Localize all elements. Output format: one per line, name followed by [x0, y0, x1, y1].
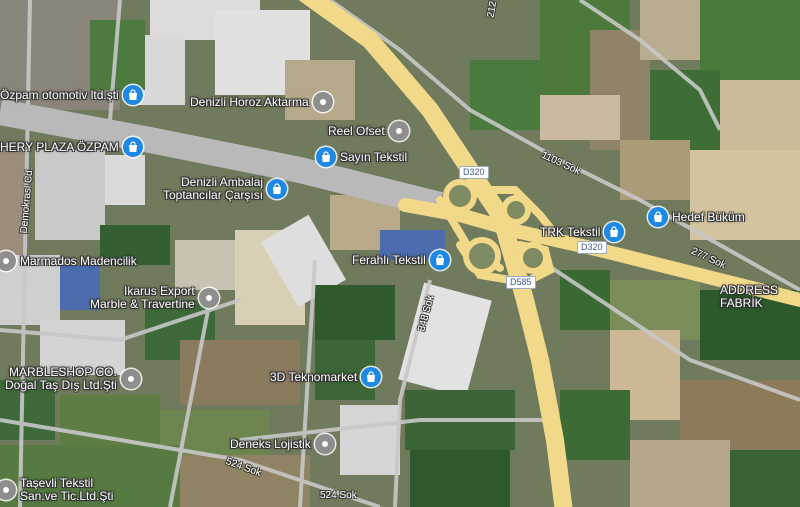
place-pin-address-fabrik[interactable]: ADDRESS FABRİK	[720, 284, 778, 310]
place-label: Sayın Tekstil	[340, 149, 408, 164]
place-pin-tasevli[interactable]: Taşevli Tekstil San.ve Tic.Ltd.Şti	[0, 477, 113, 503]
place-pin-horoz[interactable]: Denizli Horoz Aktarma	[190, 92, 333, 112]
location-pin-icon	[312, 92, 333, 112]
shopping-bag-icon	[316, 147, 336, 167]
place-label: Özpam otomotiv ltd.şti	[0, 87, 119, 102]
place-label: MARBLESHOP CO. Doğal Taş Dış Ltd.Şti	[5, 365, 117, 392]
place-pin-3d-teknomarket[interactable]: 3D Teknomarket	[270, 367, 382, 387]
place-label: Ikarus Export Marble & Travertine	[90, 284, 195, 311]
place-label: Hedef Büküm	[672, 209, 745, 224]
road-shield-d320: D320	[459, 166, 489, 179]
place-pin-ferahli-tekstil[interactable]: Ferahlı Tekstil	[352, 250, 450, 270]
road-shield-d585: D585	[506, 276, 536, 289]
place-pin-ozpam[interactable]: Özpam otomotiv ltd.şti	[0, 85, 143, 105]
shopping-bag-icon	[361, 367, 382, 387]
place-pin-hedef-bukum[interactable]: Hedef Büküm	[648, 207, 745, 227]
place-label: Ferahlı Tekstil	[352, 252, 426, 267]
place-label: HERY PLAZA ÖZPAM	[0, 139, 119, 154]
place-label: 3D Teknomarket	[270, 369, 358, 384]
shopping-bag-icon	[122, 137, 143, 157]
place-label: Denizli Horoz Aktarma	[190, 94, 309, 109]
place-pin-reel-ofset[interactable]: Reel Ofset	[328, 121, 409, 141]
place-pin-marbleshop[interactable]: MARBLESHOP CO. Doğal Taş Dış Ltd.Şti	[5, 366, 141, 392]
place-label: ADDRESS FABRİK	[720, 283, 779, 310]
place-pin-trk-tekstil[interactable]: TRK Tekstil	[540, 222, 625, 242]
place-pin-ambalaj[interactable]: Denizli Ambalaj Toptancılar Çarşısı	[163, 175, 288, 202]
place-pin-deneks-lojistik[interactable]: Deneks Lojistik	[230, 434, 335, 454]
location-pin-icon	[314, 434, 335, 454]
location-pin-icon	[120, 369, 141, 389]
satellite-map[interactable]: D320 D320 D585 1103 Sok 277 Sok 348 Sok …	[0, 0, 800, 507]
location-pin-icon	[0, 251, 16, 271]
shopping-bag-icon	[648, 207, 668, 227]
shopping-bag-icon	[604, 222, 625, 242]
road-shield-d320: D320	[577, 241, 607, 254]
place-label: Marmados Madencilik	[20, 253, 137, 268]
place-label: Taşevli Tekstil San.ve Tic.Ltd.Şti	[20, 476, 114, 503]
place-pin-sayin-tekstil[interactable]: Sayın Tekstil	[316, 147, 407, 167]
place-pin-ikarus[interactable]: Ikarus Export Marble & Travertine	[90, 285, 219, 311]
road-label-524-sok: 524 Sok	[320, 490, 357, 501]
place-pin-marmados[interactable]: Marmados Madencilik	[0, 251, 137, 271]
place-label: TRK Tekstil	[540, 224, 601, 239]
shopping-bag-icon	[122, 85, 143, 105]
place-label: Denizli Ambalaj Toptancılar Çarşısı	[163, 175, 264, 202]
location-pin-icon	[198, 288, 219, 308]
location-pin-icon	[388, 121, 409, 141]
place-label: Reel Ofset	[328, 123, 385, 138]
shopping-bag-icon	[429, 250, 450, 270]
location-pin-icon	[0, 480, 16, 500]
shopping-bag-icon	[267, 179, 288, 199]
place-label: Deneks Lojistik	[230, 436, 311, 451]
place-pin-plaza-ozpam[interactable]: HERY PLAZA ÖZPAM	[0, 137, 143, 157]
